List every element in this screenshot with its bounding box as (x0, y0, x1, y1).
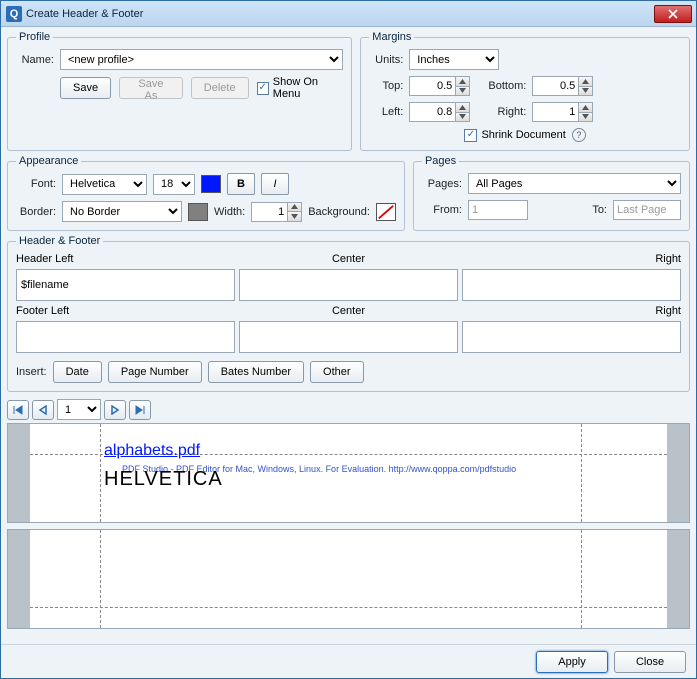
insert-other-button[interactable]: Other (310, 361, 364, 383)
margins-legend: Margins (369, 31, 414, 43)
hf-legend: Header & Footer (16, 235, 103, 247)
footer-right-input[interactable] (462, 321, 681, 353)
dialog-footer: Apply Close (1, 644, 696, 678)
shrink-label: Shrink Document (481, 129, 565, 141)
width-label: Width: (214, 206, 245, 218)
profile-group: Profile Name: <new profile> Save Save As… (7, 31, 352, 151)
show-on-menu-checkbox[interactable]: Show On Menu (257, 76, 344, 100)
bottom-spinner[interactable] (532, 76, 593, 96)
units-select[interactable]: Inches (409, 49, 499, 70)
font-label: Font: (16, 178, 56, 190)
pages-group: Pages Pages: All Pages From: To: (413, 155, 690, 231)
appearance-group: Appearance Font: Helvetica 18 B I Border… (7, 155, 405, 231)
spin-up-icon[interactable] (455, 76, 470, 86)
left-spinner[interactable] (409, 102, 470, 122)
top-label: Top: (369, 80, 403, 92)
background-color-swatch[interactable] (376, 203, 396, 221)
to-label: To: (592, 204, 607, 216)
header-center-input[interactable] (239, 269, 458, 301)
top-spinner[interactable] (409, 76, 470, 96)
close-button[interactable]: Close (614, 651, 686, 673)
right-label: Right: (476, 106, 526, 118)
footer-center-label: Center (239, 305, 458, 317)
window-close-button[interactable] (654, 5, 692, 23)
header-right-input[interactable] (462, 269, 681, 301)
appearance-legend: Appearance (16, 155, 81, 167)
header-preview: alphabets.pdf PDF Studio - PDF Editor fo… (7, 423, 690, 523)
preview-nav: 1 (7, 396, 690, 423)
footer-preview (7, 529, 690, 629)
pages-range-select[interactable]: All Pages (468, 173, 681, 194)
name-label: Name: (16, 54, 54, 66)
footer-center-input[interactable] (239, 321, 458, 353)
checkbox-icon (464, 129, 477, 142)
pages-label: Pages: (422, 178, 462, 190)
footer-left-label: Footer Left (16, 305, 235, 317)
right-spinner[interactable] (532, 102, 593, 122)
bottom-label: Bottom: (476, 80, 526, 92)
font-size-select[interactable]: 18 (153, 174, 195, 195)
last-page-button[interactable] (129, 400, 151, 420)
border-color-swatch[interactable] (188, 203, 208, 221)
from-label: From: (422, 204, 462, 216)
footer-left-input[interactable] (16, 321, 235, 353)
border-width-spinner[interactable] (251, 202, 302, 222)
margins-group: Margins Units: Inches Top: Bottom: Left:… (360, 31, 690, 151)
profile-name-select[interactable]: <new profile> (60, 49, 343, 70)
preview-helvetica: HELVETICA (104, 468, 223, 491)
show-on-menu-label: Show On Menu (273, 76, 344, 100)
font-color-swatch[interactable] (201, 175, 221, 193)
header-center-label: Center (239, 253, 458, 265)
header-left-input[interactable] (16, 269, 235, 301)
header-left-label: Header Left (16, 253, 235, 265)
insert-page-number-button[interactable]: Page Number (108, 361, 202, 383)
delete-button[interactable]: Delete (191, 77, 249, 99)
profile-legend: Profile (16, 31, 53, 43)
checkbox-icon (257, 82, 269, 95)
apply-button[interactable]: Apply (536, 651, 608, 673)
insert-date-button[interactable]: Date (53, 361, 102, 383)
insert-bates-button[interactable]: Bates Number (208, 361, 304, 383)
insert-label: Insert: (16, 366, 47, 378)
to-input (613, 200, 681, 220)
shrink-document-checkbox[interactable]: Shrink Document (464, 129, 565, 142)
preview-filename: alphabets.pdf (104, 442, 200, 460)
title-bar: Q Create Header & Footer (1, 1, 696, 27)
font-family-select[interactable]: Helvetica (62, 174, 147, 195)
next-page-button[interactable] (104, 400, 126, 420)
left-label: Left: (369, 106, 403, 118)
italic-button[interactable]: I (261, 173, 289, 195)
header-footer-group: Header & Footer Header Left Center Right… (7, 235, 690, 392)
border-style-select[interactable]: No Border (62, 201, 182, 222)
save-button[interactable]: Save (60, 77, 111, 99)
units-label: Units: (369, 54, 403, 66)
app-icon: Q (6, 6, 22, 22)
first-page-button[interactable] (7, 400, 29, 420)
border-label: Border: (16, 206, 56, 218)
spin-down-icon[interactable] (455, 86, 470, 97)
bold-button[interactable]: B (227, 173, 255, 195)
no-fill-icon (377, 204, 395, 220)
close-icon (668, 9, 678, 19)
prev-page-button[interactable] (32, 400, 54, 420)
header-right-label: Right (462, 253, 681, 265)
background-label: Background: (308, 206, 370, 218)
from-input (468, 200, 528, 220)
pages-legend: Pages (422, 155, 459, 167)
save-as-button[interactable]: Save As (119, 77, 183, 99)
window-title: Create Header & Footer (26, 8, 143, 20)
footer-right-label: Right (462, 305, 681, 317)
help-icon[interactable]: ? (572, 128, 586, 142)
page-select[interactable]: 1 (57, 399, 101, 420)
